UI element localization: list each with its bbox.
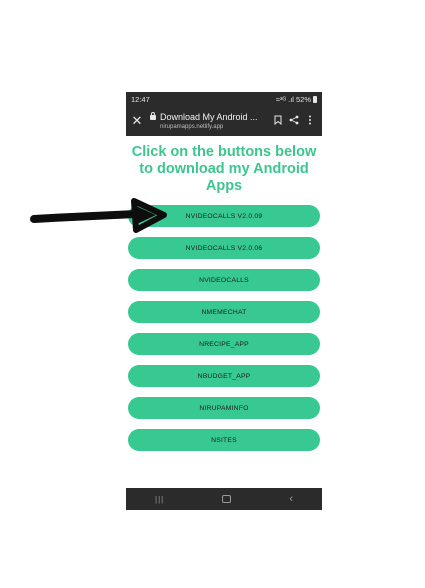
download-button-nsites[interactable]: NSITES	[128, 429, 320, 451]
status-time: 12:47	[131, 94, 150, 104]
page-heading: Click on the buttons below to download m…	[126, 144, 322, 195]
download-button-nvideocalls[interactable]: NVIDEOCALLS	[128, 269, 320, 291]
download-button-nbudget-app[interactable]: NBUDGET_APP	[128, 365, 320, 387]
browser-toolbar: ✕ Download My Android ... nirupamapps.ne…	[126, 106, 322, 136]
status-bar: 12:47 ≈³ᴳ .ıl 52%	[126, 92, 322, 106]
download-button-nvideocalls-v2-0-06[interactable]: NVIDEOCALLS V2.0.06	[128, 237, 320, 259]
download-button-nrecipe-app[interactable]: NRECIPE_APP	[128, 333, 320, 355]
heading-line-1: Click on the buttons below	[131, 144, 317, 160]
close-icon[interactable]: ✕	[130, 113, 144, 129]
android-nav-bar: ||| ‹	[126, 488, 322, 510]
signal-icon: ≈³ᴳ .ıl	[275, 94, 294, 104]
recents-icon[interactable]: |||	[155, 495, 164, 504]
browser-title-block[interactable]: Download My Android ... nirupamapps.netl…	[160, 112, 270, 131]
share-icon[interactable]	[286, 115, 302, 128]
download-button-nirupaminfo[interactable]: NIRUPAMINFO	[128, 397, 320, 419]
heading-line-2: to download my Android	[139, 161, 309, 177]
status-indicators: ≈³ᴳ .ıl 52%	[276, 95, 317, 104]
battery-icon	[313, 95, 317, 103]
download-button-nmemechat[interactable]: NMEMECHAT	[128, 301, 320, 323]
phone-screen: 12:47 ≈³ᴳ .ıl 52% ✕ Download My Android …	[126, 92, 322, 510]
bookmark-icon[interactable]	[270, 115, 286, 128]
home-icon[interactable]	[222, 495, 232, 503]
annotation-arrow	[30, 198, 167, 233]
battery-level: 52%	[295, 94, 311, 104]
page-title: Download My Android ...	[160, 111, 258, 122]
back-icon[interactable]: ‹	[289, 493, 293, 505]
page-url: nirupamapps.netlify.app	[160, 123, 224, 130]
heading-line-3: Apps	[205, 178, 243, 194]
more-vert-icon[interactable]	[302, 115, 318, 128]
lock-icon	[150, 111, 156, 120]
